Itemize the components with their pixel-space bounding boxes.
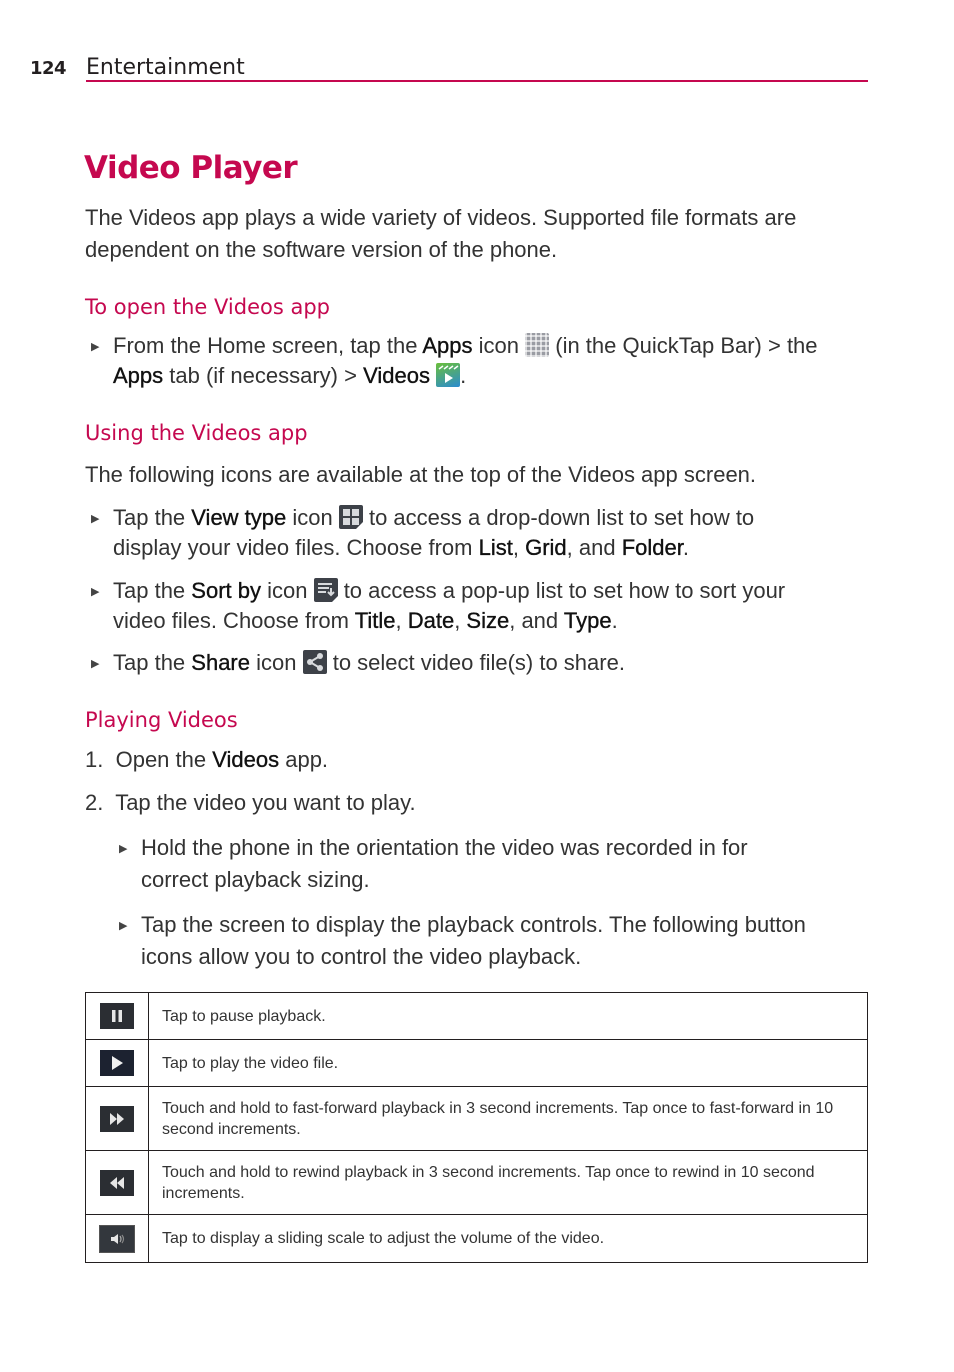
step-item: 2. Tap the video you want to play. <box>85 790 416 815</box>
list-item: ▶ Tap the Share icon to select video fil… <box>91 648 873 678</box>
heading-playing-videos: Playing Videos <box>85 708 238 732</box>
view-type-icon <box>338 505 363 529</box>
step-item: 1. Open the Videos app. <box>85 747 329 772</box>
page-title: Video Player <box>84 150 298 186</box>
table-row: Touch and hold to fast-forward playback … <box>85 1086 868 1151</box>
sub-list-item: ▶ Hold the phone in the orientation the … <box>119 835 748 892</box>
list-item: ▶ From the Home screen, tap the Apps ico… <box>91 333 818 388</box>
fast-forward-icon <box>100 1105 134 1132</box>
section-header: Entertainment <box>86 54 868 82</box>
list-item: ▶ Tap the Sort by icon to access a pop-u… <box>91 578 786 633</box>
section-title: Entertainment <box>86 55 245 80</box>
apps-tab-label: Apps <box>113 363 164 388</box>
table-row: Tap to display a sliding scale to adjust… <box>85 1214 868 1263</box>
sub-list-item: ▶ Tap the screen to display the playback… <box>119 912 806 969</box>
volume-icon <box>99 1224 135 1253</box>
playback-controls-table: Tap to pause playback. Tap to play the v… <box>85 992 868 1263</box>
table-cell-description: Tap to display a sliding scale to adjust… <box>148 1214 868 1263</box>
heading-using-videos-app: Using the Videos app <box>85 421 308 445</box>
step-number: 2. <box>85 790 104 815</box>
bullet-arrow-icon: ▶ <box>119 920 128 932</box>
table-row: Tap to pause playback. <box>85 992 868 1040</box>
table-cell-description: Tap to pause playback. <box>148 992 868 1040</box>
table-row: Touch and hold to rewind playback in 3 s… <box>85 1150 868 1215</box>
step-number: 1. <box>85 747 104 772</box>
bullet-arrow-icon: ▶ <box>91 586 100 598</box>
heading-open-videos-app: To open the Videos app <box>85 295 330 319</box>
videos-app-icon <box>436 363 461 387</box>
using-intro: The following icons are available at the… <box>85 462 757 487</box>
page-number: 124 <box>30 58 67 79</box>
bullet-arrow-icon: ▶ <box>91 658 100 670</box>
share-icon <box>302 650 327 674</box>
list-item: ▶ Tap the View type icon to access a dro… <box>91 505 755 560</box>
table-cell-description: Touch and hold to fast-forward playback … <box>148 1086 868 1151</box>
pause-icon <box>100 1003 134 1029</box>
apps-grid-icon <box>525 333 550 357</box>
table-cell-description: Tap to play the video file. <box>148 1039 868 1087</box>
apps-label: Apps <box>422 333 473 358</box>
play-icon <box>100 1050 134 1076</box>
bullet-arrow-icon: ▶ <box>91 513 100 525</box>
table-row: Tap to play the video file. <box>85 1039 868 1087</box>
intro-paragraph: The Videos app plays a wide variety of v… <box>85 205 797 262</box>
bullet-arrow-icon: ▶ <box>91 341 100 353</box>
sort-by-icon <box>313 578 338 602</box>
videos-label: Videos <box>363 363 430 388</box>
table-cell-description: Touch and hold to rewind playback in 3 s… <box>148 1150 868 1215</box>
bullet-arrow-icon: ▶ <box>119 843 128 855</box>
rewind-icon <box>100 1169 134 1196</box>
